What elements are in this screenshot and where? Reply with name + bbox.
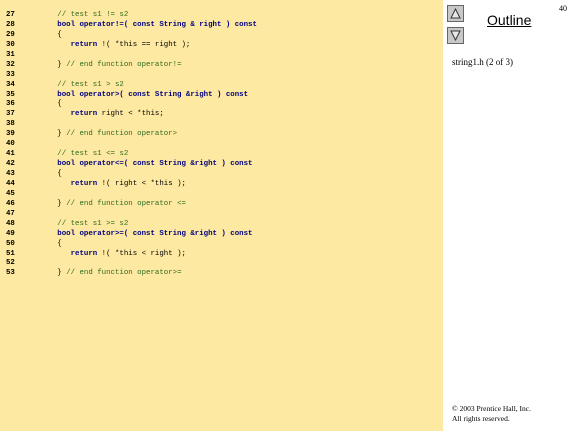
code-line: 29 { <box>6 31 257 41</box>
code-listing: 27 // test s1 != s2 28 bool operator!=( c… <box>6 11 257 279</box>
copyright-line-2: All rights reserved. <box>452 414 510 423</box>
previous-slide-button[interactable] <box>447 5 464 22</box>
code-comment: // end function operator!= <box>66 60 182 69</box>
line-number: 48 <box>6 219 15 228</box>
triangle-down-icon <box>450 30 461 41</box>
line-number: 53 <box>6 269 15 278</box>
line-number: 49 <box>6 229 15 238</box>
line-number: 44 <box>6 179 15 188</box>
line-number: 27 <box>6 11 15 19</box>
code-line: 27 // test s1 != s2 <box>6 11 257 21</box>
code-text: { <box>44 30 62 39</box>
line-number: 33 <box>6 70 15 79</box>
code-text: right < *this; <box>97 110 164 119</box>
code-line: 35 bool operator>( const String &right )… <box>6 91 257 101</box>
line-number: 52 <box>6 259 15 268</box>
line-number: 50 <box>6 239 15 248</box>
code-line: 46 } // end function operator <= <box>6 200 257 210</box>
code-text: !( *this == right ); <box>97 40 191 49</box>
code-line: 49 bool operator>=( const String &right … <box>6 230 257 240</box>
code-line: 34 // test s1 > s2 <box>6 81 257 91</box>
code-line: 48 // test s1 >= s2 <box>6 220 257 230</box>
code-line: 40 <box>6 140 257 150</box>
code-text: { <box>44 170 62 178</box>
line-number: 36 <box>6 100 15 109</box>
line-number: 35 <box>6 90 15 99</box>
line-number: 38 <box>6 120 15 129</box>
code-line: 44 return !( right < *this ); <box>6 180 257 190</box>
line-number: 46 <box>6 199 15 208</box>
code-comment: // test s1 > s2 <box>44 80 124 89</box>
line-number: 40 <box>6 140 15 149</box>
page-number: 40 <box>559 4 567 13</box>
line-number: 29 <box>6 30 15 39</box>
code-text: { <box>44 100 62 109</box>
line-number: 30 <box>6 40 15 49</box>
code-text: { <box>44 239 62 248</box>
copyright: © 2003 Prentice Hall, Inc. All rights re… <box>452 404 531 424</box>
code-keyword: bool operator>( const String &right ) co… <box>44 90 249 99</box>
line-number: 28 <box>6 20 15 29</box>
line-number: 45 <box>6 189 15 198</box>
code-keyword: return <box>44 110 98 119</box>
line-number: 34 <box>6 80 15 89</box>
line-number: 32 <box>6 60 15 69</box>
code-comment: // test s1 != s2 <box>44 11 129 19</box>
line-number: 41 <box>6 150 15 159</box>
line-number: 37 <box>6 110 15 119</box>
code-line: 53 } // end function operator>= <box>6 269 257 279</box>
code-line: 51 return !( *this < right ); <box>6 250 257 260</box>
code-text: } <box>44 130 67 139</box>
code-comment: // end function operator> <box>66 130 178 139</box>
code-panel: 27 // test s1 != s2 28 bool operator!=( c… <box>0 0 443 431</box>
code-line: 39 } // end function operator> <box>6 130 257 140</box>
code-comment: // end function operator <= <box>66 199 186 208</box>
line-number: 51 <box>6 249 15 258</box>
code-line: 45 <box>6 190 257 200</box>
line-number: 31 <box>6 50 15 59</box>
code-text: !( *this < right ); <box>97 249 186 258</box>
code-line: 36 { <box>6 100 257 110</box>
code-text: !( right < *this ); <box>97 179 186 188</box>
sidebar: Outline 40 string1.h (2 of 3) © 2003 Pre… <box>443 0 575 431</box>
code-line: 31 <box>6 51 257 61</box>
code-line: 52 <box>6 259 257 269</box>
line-number: 42 <box>6 160 15 169</box>
file-subtitle: string1.h (2 of 3) <box>452 57 513 67</box>
code-line: 33 <box>6 71 257 81</box>
code-text: } <box>44 60 67 69</box>
code-keyword: bool operator<=( const String &right ) c… <box>44 160 253 169</box>
code-line: 30 return !( *this == right ); <box>6 41 257 51</box>
code-keyword: return <box>44 179 98 188</box>
code-comment: // end function operator>= <box>66 269 182 278</box>
code-line: 38 <box>6 120 257 130</box>
code-line: 28 bool operator!=( const String & right… <box>6 21 257 31</box>
line-number: 39 <box>6 130 15 139</box>
code-line: 50 { <box>6 240 257 250</box>
next-slide-button[interactable] <box>447 27 464 44</box>
copyright-line-1: © 2003 Prentice Hall, Inc. <box>452 404 532 413</box>
code-line: 32 } // end function operator!= <box>6 61 257 71</box>
line-number: 43 <box>6 170 15 178</box>
code-keyword: return <box>44 40 98 49</box>
code-keyword: return <box>44 249 98 258</box>
code-comment: // test s1 <= s2 <box>44 150 129 159</box>
code-line: 41 // test s1 <= s2 <box>6 150 257 160</box>
code-line: 42 bool operator<=( const String &right … <box>6 160 257 170</box>
code-keyword: bool operator!=( const String & right ) … <box>44 20 257 29</box>
code-comment: // test s1 >= s2 <box>44 219 129 228</box>
code-line: 47 <box>6 210 257 220</box>
code-line: 37 return right < *this; <box>6 110 257 120</box>
code-keyword: bool operator>=( const String &right ) c… <box>44 229 253 238</box>
code-line: 43 { <box>6 170 257 180</box>
line-number: 47 <box>6 209 15 218</box>
code-text: } <box>44 269 67 278</box>
outline-link[interactable]: Outline <box>487 12 531 28</box>
code-text: } <box>44 199 67 208</box>
triangle-up-icon <box>450 8 461 19</box>
